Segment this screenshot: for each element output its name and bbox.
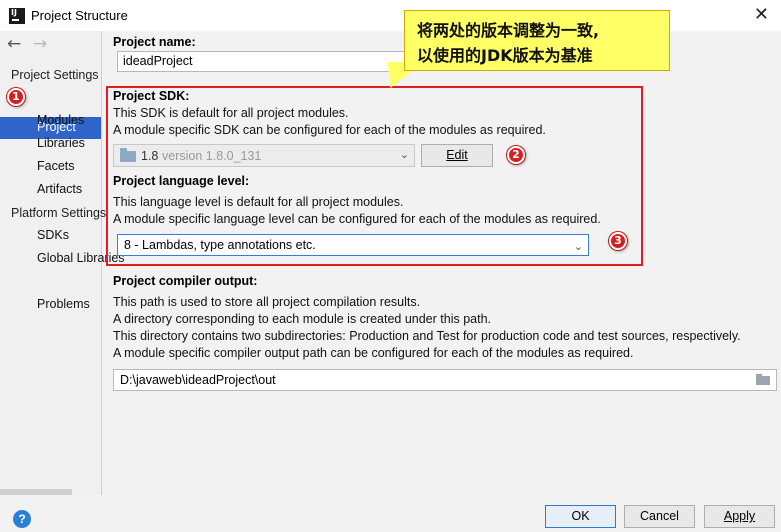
sidebar-item-artifacts[interactable]: Artifacts bbox=[37, 182, 82, 196]
sidebar-item-problems[interactable]: Problems bbox=[37, 297, 90, 311]
sidebar-item-modules[interactable]: Modules bbox=[37, 113, 84, 127]
close-icon[interactable]: ✕ bbox=[754, 4, 769, 25]
sidebar-item-facets[interactable]: Facets bbox=[37, 159, 75, 173]
compiler-output-heading: Project compiler output: bbox=[113, 274, 258, 288]
intellij-app-icon bbox=[9, 8, 25, 24]
compiler-output-path-input[interactable]: D:\javaweb\ideadProject\out bbox=[113, 369, 777, 391]
annotation-highlight-box bbox=[106, 86, 643, 266]
dialog-footer: ? OK Cancel Apply bbox=[0, 495, 781, 532]
compiler-description-3: This directory contains two subdirectori… bbox=[113, 329, 741, 343]
callout-line-2: 以使用的JDK版本为基准 bbox=[417, 46, 593, 65]
compiler-description-1: This path is used to store all project c… bbox=[113, 295, 421, 309]
sidebar-item-sdks[interactable]: SDKs bbox=[37, 228, 69, 242]
annotation-marker-2: 2 bbox=[507, 146, 525, 164]
apply-button[interactable]: Apply bbox=[704, 505, 775, 528]
project-name-label: Project name: bbox=[113, 35, 196, 49]
section-project-settings: Project Settings bbox=[11, 68, 99, 82]
ok-button[interactable]: OK bbox=[545, 505, 616, 528]
window-title: Project Structure bbox=[31, 8, 128, 23]
compiler-output-path-value: D:\javaweb\ideadProject\out bbox=[120, 373, 276, 387]
apply-button-label: Apply bbox=[723, 509, 756, 523]
callout-line-1: 将两处的版本调整为一致, bbox=[417, 21, 600, 40]
annotation-callout: 将两处的版本调整为一致, 以使用的JDK版本为基准 bbox=[404, 10, 670, 71]
browse-folder-icon[interactable] bbox=[756, 374, 770, 385]
cancel-button-label: Cancel bbox=[640, 509, 679, 523]
arrow-right-icon[interactable]: → bbox=[33, 34, 47, 54]
sidebar-item-libraries[interactable]: Libraries bbox=[37, 136, 85, 150]
cancel-button[interactable]: Cancel bbox=[624, 505, 695, 528]
compiler-description-4: A module specific compiler output path c… bbox=[113, 346, 634, 360]
help-icon[interactable]: ? bbox=[13, 510, 31, 528]
compiler-description-2: A directory corresponding to each module… bbox=[113, 312, 491, 326]
annotation-marker-3: 3 bbox=[609, 232, 627, 250]
project-name-input[interactable]: ideadProject bbox=[117, 51, 407, 72]
section-platform-settings: Platform Settings bbox=[11, 206, 107, 220]
ok-button-label: OK bbox=[571, 509, 590, 523]
arrow-left-icon[interactable]: ← bbox=[7, 34, 21, 54]
annotation-marker-1: 1 bbox=[7, 88, 25, 106]
